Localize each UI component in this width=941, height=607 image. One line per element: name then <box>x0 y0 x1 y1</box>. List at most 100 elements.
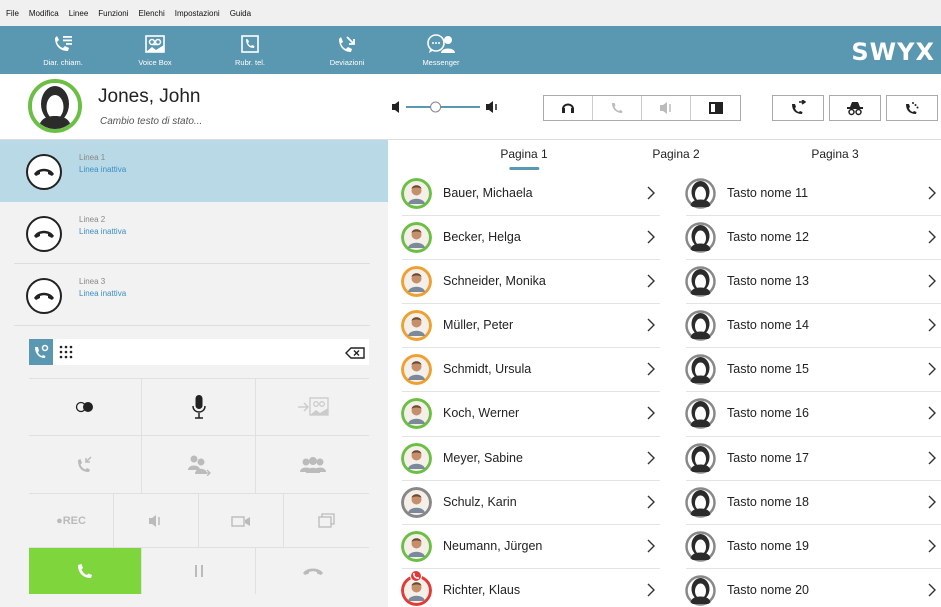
chevron-right-icon <box>928 362 936 376</box>
menu-funzioni[interactable]: Funzioni <box>98 9 128 18</box>
anonymous-button[interactable] <box>829 95 881 121</box>
line-name: Linea 3 <box>79 277 106 286</box>
speed-dial-button[interactable]: Tasto nome 18 <box>672 481 941 525</box>
contact-name: Tasto nome 16 <box>727 406 809 421</box>
speed-dial-column-left: Bauer, Michaela Becker, Helga Schneider, M… <box>388 172 660 607</box>
chevron-right-icon <box>647 186 655 200</box>
avatar-placeholder-icon <box>685 266 716 298</box>
chevron-right-icon <box>647 230 655 244</box>
menu-file[interactable]: File <box>6 9 19 18</box>
speed-dial-button[interactable]: Tasto nome 12 <box>672 216 941 261</box>
action-row-4 <box>29 548 369 594</box>
busy-phone-icon <box>410 569 422 582</box>
chevron-right-icon[interactable] <box>927 538 937 559</box>
speed-dial-button[interactable]: Tasto nome 16 <box>672 392 941 437</box>
speed-dial-button[interactable]: Tasto nome 15 <box>672 348 941 393</box>
chevron-right-icon[interactable] <box>927 273 937 294</box>
messenger-button[interactable]: Messenger <box>406 26 476 74</box>
menu-modifica[interactable]: Modifica <box>29 9 59 18</box>
speed-dial-button[interactable]: Tasto nome 20 <box>672 569 941 607</box>
volume-slider[interactable] <box>392 100 502 114</box>
call-waiting-button[interactable] <box>886 95 938 121</box>
status-text-field[interactable]: Cambio testo di stato... <box>100 116 202 127</box>
speed-dial-button[interactable]: Tasto nome 19 <box>672 525 941 569</box>
chevron-right-icon[interactable] <box>646 229 656 250</box>
menu-guida[interactable]: Guida <box>230 9 251 18</box>
call-button[interactable] <box>29 548 142 594</box>
chevron-right-icon[interactable] <box>646 450 656 471</box>
speakerphone-button[interactable] <box>642 96 691 120</box>
speaker-toggle-button[interactable] <box>114 494 199 548</box>
dial-settings-button[interactable] <box>29 339 53 365</box>
user-avatar[interactable] <box>28 79 82 133</box>
chevron-right-icon[interactable] <box>646 361 656 382</box>
hold-button[interactable] <box>142 548 256 594</box>
line-2[interactable]: Linea 2 Linea inattiva <box>0 202 388 264</box>
microphone-button[interactable] <box>142 379 256 436</box>
avatar-placeholder-icon <box>685 178 716 209</box>
speed-dial-button[interactable]: Richter, Klaus <box>388 569 660 607</box>
group-button[interactable] <box>256 436 369 494</box>
dial-input[interactable] <box>85 342 335 362</box>
forwarding-button[interactable]: Deviazioni <box>312 26 382 74</box>
keypad-icon[interactable] <box>59 345 73 364</box>
screen-share-button[interactable] <box>284 494 369 548</box>
record-button[interactable]: ●REC <box>29 494 114 548</box>
chevron-right-icon <box>928 495 936 509</box>
chevron-right-icon[interactable] <box>646 317 656 338</box>
chevron-right-icon[interactable] <box>927 361 937 382</box>
chevron-right-icon[interactable] <box>927 185 937 206</box>
chevron-right-icon[interactable] <box>646 494 656 515</box>
speed-dial-button[interactable]: Meyer, Sabine <box>388 437 660 481</box>
connect-button[interactable] <box>142 436 256 494</box>
windows-icon <box>317 512 335 528</box>
menu-linee[interactable]: Linee <box>69 9 89 18</box>
speed-dial-button[interactable]: Müller, Peter <box>388 304 660 349</box>
speed-dial-button[interactable]: Becker, Helga <box>388 216 660 261</box>
speed-dial-button[interactable]: Neumann, Jürgen <box>388 525 660 569</box>
speed-dial-button[interactable]: Schmidt, Ursula <box>388 348 660 393</box>
call-journal-button[interactable]: Diar. chiam. <box>28 26 98 74</box>
chevron-right-icon[interactable] <box>927 582 937 603</box>
chevron-right-icon[interactable] <box>927 450 937 471</box>
handset-button[interactable] <box>593 96 642 120</box>
chevron-right-icon[interactable] <box>646 538 656 559</box>
chevron-right-icon[interactable] <box>646 185 656 206</box>
chevron-right-icon[interactable] <box>927 405 937 426</box>
speed-dial-button[interactable]: Schulz, Karin <box>388 481 660 525</box>
chevron-right-icon[interactable] <box>927 494 937 515</box>
speed-dial-button[interactable]: Tasto nome 14 <box>672 304 941 349</box>
menu-impostazioni[interactable]: Impostazioni <box>175 9 220 18</box>
line-1[interactable]: Linea 1 Linea inattiva <box>0 140 388 202</box>
hangup-button[interactable] <box>256 548 369 594</box>
menu-elenchi[interactable]: Elenchi <box>139 9 165 18</box>
speed-dial-button[interactable]: Schneider, Monika <box>388 260 660 305</box>
video-button[interactable] <box>199 494 284 548</box>
speed-dial-button[interactable]: Koch, Werner <box>388 392 660 437</box>
tab-page-1[interactable]: Pagina 1 <box>500 147 548 170</box>
chevron-right-icon[interactable] <box>646 582 656 603</box>
pickup-button[interactable] <box>29 436 142 494</box>
speed-dial-button[interactable]: Tasto nome 13 <box>672 260 941 305</box>
transfer-button[interactable] <box>772 95 824 121</box>
phonebook-button[interactable]: Rubr. tel. <box>215 26 285 74</box>
device-button[interactable] <box>691 96 740 120</box>
speed-dial-button[interactable]: Bauer, Michaela <box>388 172 660 217</box>
speed-dial-button[interactable]: Tasto nome 11 <box>672 172 941 217</box>
conference-button[interactable] <box>29 379 142 436</box>
chevron-right-icon[interactable] <box>927 317 937 338</box>
voicebox-button[interactable]: Voice Box <box>120 26 190 74</box>
tab-page-3[interactable]: Pagina 3 <box>811 147 858 161</box>
headset-button[interactable] <box>544 96 593 120</box>
chevron-right-icon[interactable] <box>646 405 656 426</box>
speed-dial-button[interactable]: Tasto nome 17 <box>672 437 941 481</box>
chevron-right-icon <box>928 539 936 553</box>
contact-name: Koch, Werner <box>443 406 520 421</box>
tab-page-2[interactable]: Pagina 2 <box>652 147 699 161</box>
chevron-right-icon[interactable] <box>927 229 937 250</box>
forward-to-voicebox-button[interactable] <box>256 379 369 436</box>
chevron-right-icon[interactable] <box>646 273 656 294</box>
backspace-icon[interactable] <box>345 346 365 364</box>
line-3[interactable]: Linea 3 Linea inattiva <box>0 264 388 326</box>
speed-dial-panel: Pagina 1 Pagina 2 Pagina 3 Bauer, Michae… <box>388 140 941 607</box>
